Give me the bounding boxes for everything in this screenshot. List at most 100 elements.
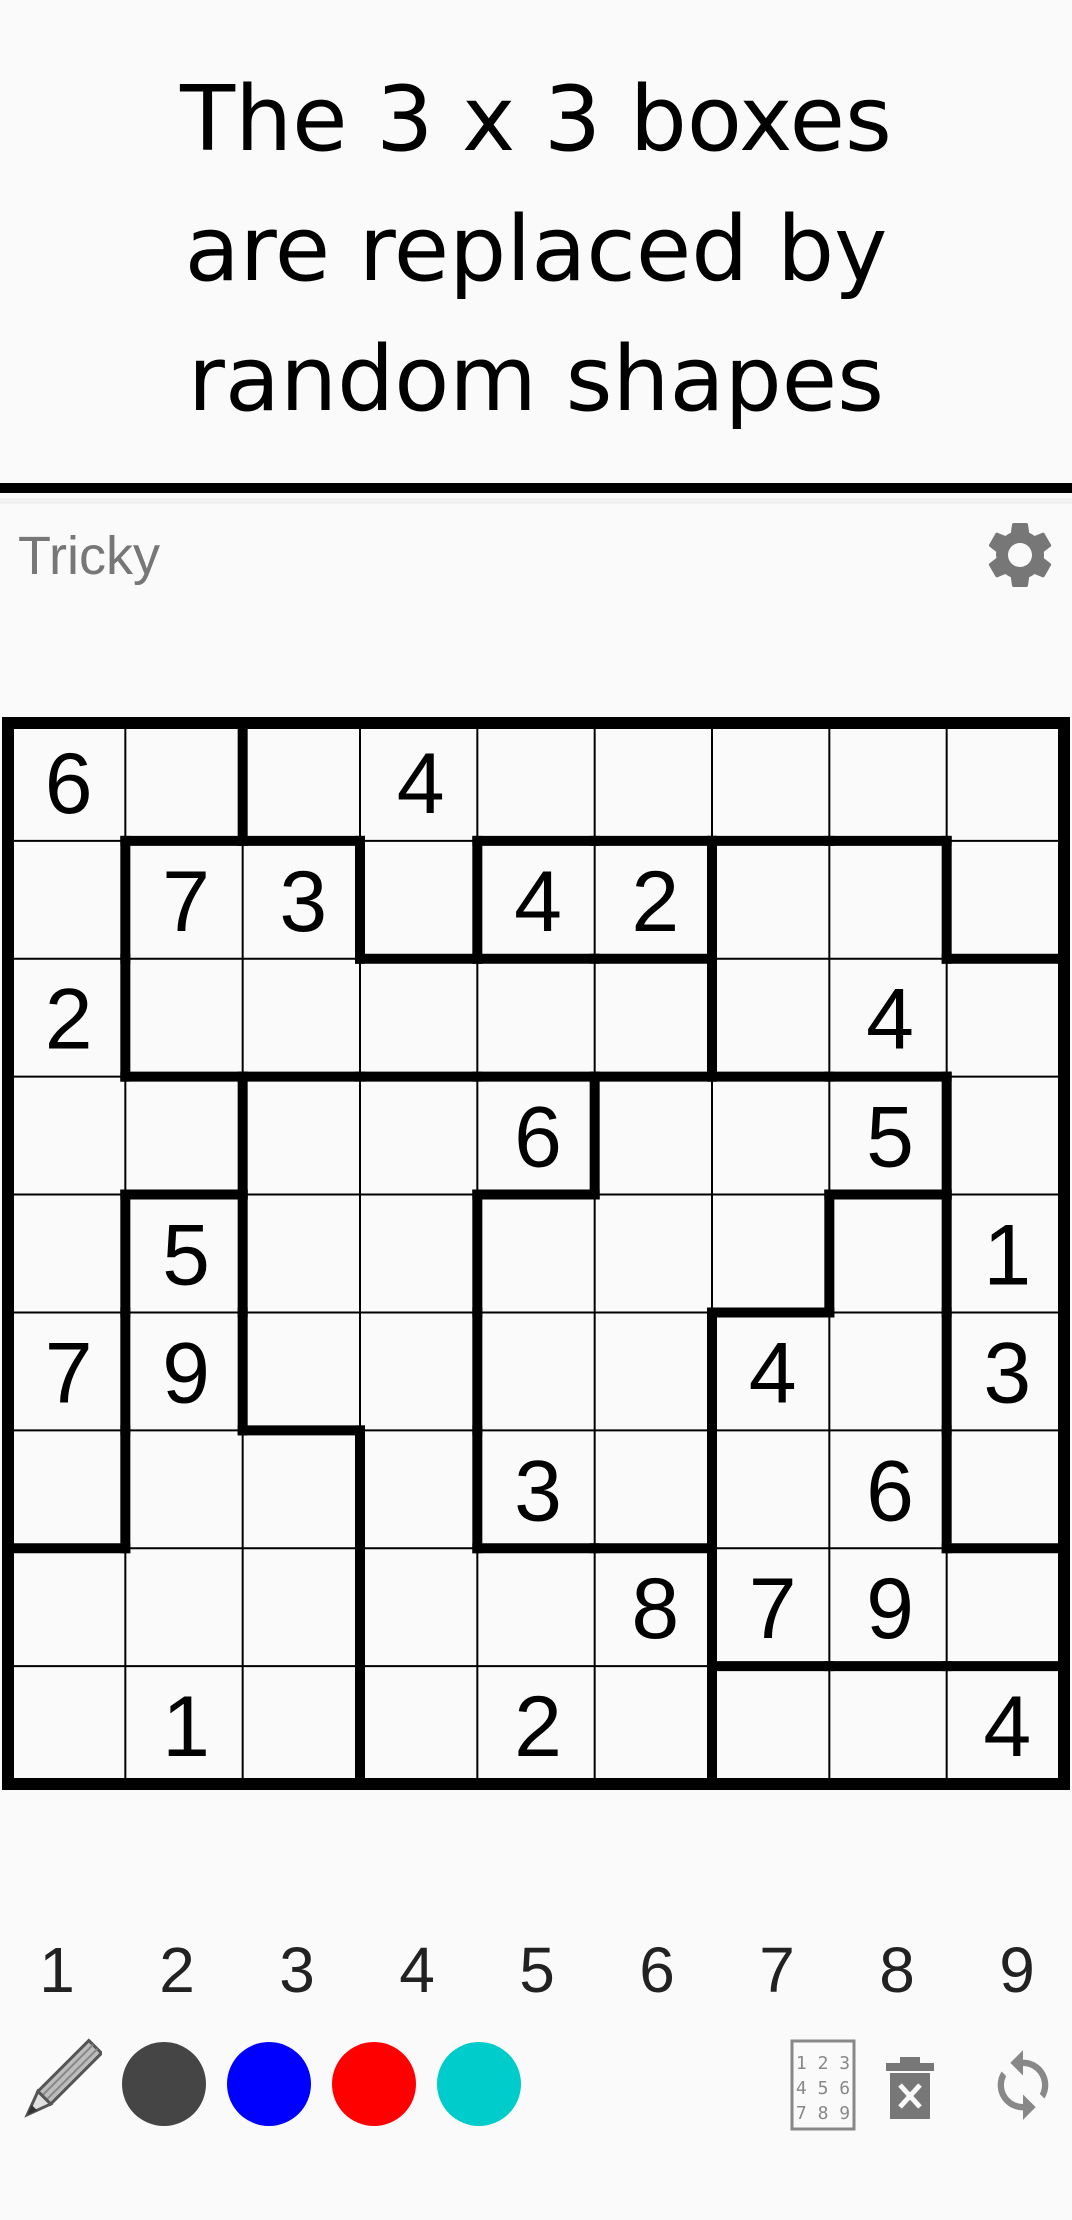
board-cell[interactable] — [360, 1666, 478, 1784]
board-cell[interactable] — [946, 1076, 1064, 1195]
board-cell[interactable] — [829, 1312, 947, 1431]
board-cell[interactable] — [125, 723, 243, 841]
board-cell[interactable] — [360, 1194, 478, 1313]
given-digit: 4 — [397, 736, 445, 832]
given-digit: 3 — [514, 1443, 562, 1539]
board-cell[interactable] — [360, 958, 478, 1077]
notes-grid-row-1: 1 2 3 — [796, 2053, 850, 2074]
board-cell[interactable] — [360, 1076, 478, 1195]
board-cell[interactable] — [712, 1194, 830, 1313]
board-cell[interactable] — [360, 1548, 478, 1667]
board-cell[interactable] — [242, 1430, 360, 1549]
reset-button[interactable] — [985, 2047, 1061, 2123]
board-cell[interactable] — [594, 1076, 712, 1195]
board-cell[interactable] — [477, 958, 595, 1077]
board-cell[interactable] — [594, 1312, 712, 1431]
number-key-4[interactable]: 4 — [362, 1925, 472, 2015]
board-cell[interactable] — [242, 1548, 360, 1667]
given-digit: 2 — [631, 854, 679, 950]
number-pad: 123456789 — [0, 1925, 1072, 2015]
number-key-6[interactable]: 6 — [602, 1925, 712, 2015]
tutorial-banner: The 3 x 3 boxes are replaced by random s… — [0, 0, 1072, 504]
board-cell[interactable] — [477, 723, 595, 841]
board-cell[interactable] — [712, 840, 830, 959]
board-cell[interactable] — [8, 840, 126, 959]
board-cell[interactable] — [712, 1076, 830, 1195]
board-cell[interactable] — [712, 723, 830, 841]
board-cell[interactable] — [360, 1312, 478, 1431]
board-cell[interactable] — [242, 958, 360, 1077]
board-cell[interactable] — [712, 1430, 830, 1549]
board-cell[interactable] — [8, 1548, 126, 1667]
board-cell[interactable] — [829, 723, 947, 841]
banner-line-3: random shapes — [187, 327, 885, 432]
board-cell[interactable] — [946, 1548, 1064, 1667]
bottom-toolbar: 1 2 3 4 5 6 7 8 9 — [0, 2035, 1072, 2165]
number-key-7[interactable]: 7 — [722, 1925, 832, 2015]
given-digit: 5 — [162, 1208, 210, 1304]
color-red-button[interactable] — [332, 2042, 416, 2126]
color-blue-button[interactable] — [227, 2042, 311, 2126]
board-cell[interactable] — [477, 1312, 595, 1431]
board-cell[interactable] — [946, 723, 1064, 841]
board-cell[interactable] — [242, 1194, 360, 1313]
board-cell[interactable] — [125, 1430, 243, 1549]
gear-icon — [988, 523, 1052, 587]
given-digit: 4 — [866, 972, 914, 1068]
given-digit: 5 — [866, 1090, 914, 1186]
board-cell[interactable] — [594, 723, 712, 841]
number-key-9[interactable]: 9 — [962, 1925, 1072, 2015]
board-cell[interactable] — [829, 1666, 947, 1784]
given-digit: 1 — [162, 1679, 210, 1775]
board-cell[interactable] — [594, 1666, 712, 1784]
board-cell[interactable] — [594, 1194, 712, 1313]
board-cell[interactable] — [8, 1194, 126, 1313]
board-cell[interactable] — [242, 723, 360, 841]
sudoku-board[interactable]: 6 47 3 4 22 46 55 17 9 4 33 68 7 91 2 4 — [0, 715, 1072, 1792]
board-cell[interactable] — [8, 1666, 126, 1784]
board-cell[interactable] — [125, 1548, 243, 1667]
board-cell[interactable] — [829, 840, 947, 959]
board-cell[interactable] — [712, 1666, 830, 1784]
board-cell[interactable] — [125, 958, 243, 1077]
board-cell[interactable] — [8, 1076, 126, 1195]
banner-line-1: The 3 x 3 boxes — [180, 67, 892, 172]
given-digit: 6 — [45, 736, 93, 832]
given-digit: 8 — [631, 1561, 679, 1657]
board-cell[interactable] — [8, 1430, 126, 1549]
given-digit: 4 — [983, 1679, 1031, 1775]
given-digit: 7 — [749, 1561, 797, 1657]
number-key-2[interactable]: 2 — [122, 1925, 232, 2015]
pencil-button[interactable] — [12, 2035, 104, 2135]
pencil-icon — [24, 2038, 104, 2118]
board-cell[interactable] — [477, 1548, 595, 1667]
trash-icon — [886, 2057, 934, 2119]
given-digit: 7 — [162, 854, 210, 950]
board-cell[interactable] — [829, 1194, 947, 1313]
board-cell[interactable] — [477, 1194, 595, 1313]
board-cell[interactable] — [242, 1076, 360, 1195]
board-cell[interactable] — [242, 1312, 360, 1431]
settings-button[interactable] — [980, 515, 1060, 595]
number-key-5[interactable]: 5 — [482, 1925, 592, 2015]
board-cell[interactable] — [712, 958, 830, 1077]
color-dark-gray-button[interactable] — [122, 2042, 206, 2126]
board-cell[interactable] — [594, 958, 712, 1077]
number-key-3[interactable]: 3 — [242, 1925, 352, 2015]
number-key-1[interactable]: 1 — [2, 1925, 112, 2015]
board-cell[interactable] — [242, 1666, 360, 1784]
board-cell[interactable] — [360, 1430, 478, 1549]
board-cell[interactable] — [946, 840, 1064, 959]
board-cell[interactable] — [946, 1430, 1064, 1549]
color-cyan-button[interactable] — [437, 2042, 521, 2126]
erase-button[interactable] — [880, 2043, 940, 2127]
number-key-8[interactable]: 8 — [842, 1925, 952, 2015]
banner-shadow — [0, 498, 1072, 504]
board-cell[interactable] — [946, 958, 1064, 1077]
notes-grid-button[interactable]: 1 2 3 4 5 6 7 8 9 — [790, 2039, 856, 2131]
board-cell[interactable] — [594, 1430, 712, 1549]
given-digit: 4 — [514, 854, 562, 950]
notes-grid-row-3: 7 8 9 — [796, 2103, 850, 2124]
board-cell[interactable] — [360, 840, 478, 959]
board-cell[interactable] — [125, 1076, 243, 1195]
